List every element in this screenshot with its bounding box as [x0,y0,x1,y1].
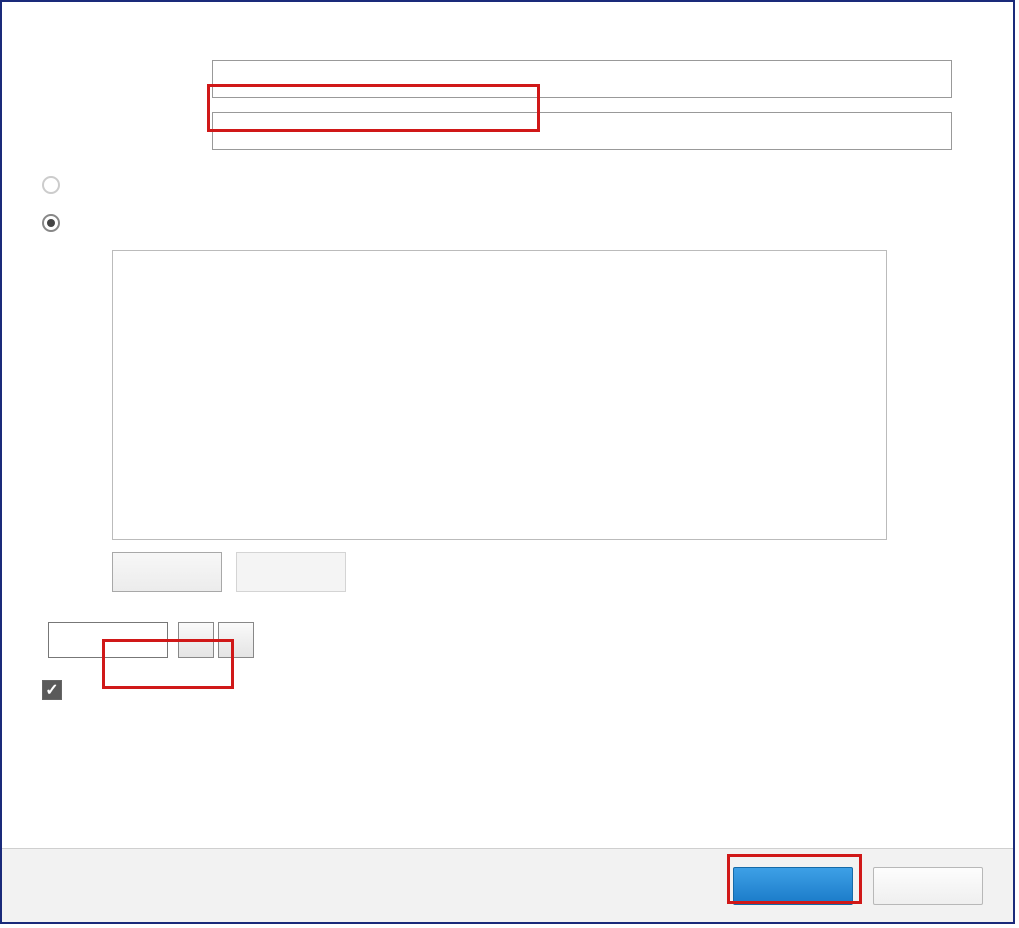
cancel-button[interactable] [873,867,983,905]
add-users-button[interactable] [112,552,222,592]
stepper-minus-button[interactable] [178,622,214,658]
dialog-footer [2,848,1013,922]
ok-button[interactable] [733,867,853,905]
display-name-label [42,60,212,68]
display-name-input[interactable] [212,60,952,98]
radio-icon-unselected [42,176,60,194]
row-display-name [42,60,983,98]
dialog-body: ✓ [2,20,1013,700]
radio-dot-icon [47,219,55,227]
users-groups-panel [112,250,887,540]
dialog-title [2,2,1013,20]
stepper-plus-button[interactable] [218,622,254,658]
radio-restrict[interactable] [42,214,983,232]
display-name-field [212,60,983,98]
checkbox-checked-icon: ✓ [42,680,62,700]
radio-icon-selected [42,214,60,232]
description-label [42,112,212,120]
radio-allow-everyone[interactable] [42,176,983,194]
dialog-add-desktop-assignment-rule: ✓ [0,0,1015,924]
description-field [212,112,983,156]
remove-users-button[interactable] [236,552,346,592]
row-description [42,112,983,156]
max-desktops-input[interactable] [48,622,168,658]
users-groups-buttons [112,552,983,592]
enable-rule-row[interactable]: ✓ [42,680,983,700]
description-input[interactable] [212,112,952,150]
max-desktops-row [42,622,983,658]
